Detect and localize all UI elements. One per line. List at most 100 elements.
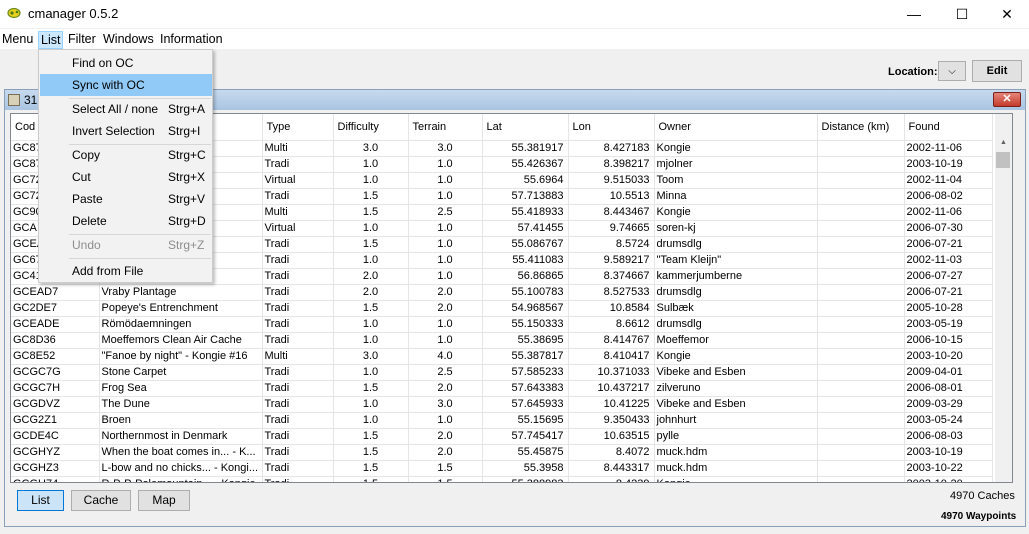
cell-terrain: 1.5 <box>408 476 483 482</box>
close-window-button[interactable]: ✕ <box>984 0 1029 28</box>
table-row[interactable]: GCGHYZ When the boat comes in... - K... Tr… <box>11 444 993 461</box>
cell-lat: 55.426367 <box>482 156 569 173</box>
cell-owner: Vibeke and Esben <box>654 364 818 381</box>
location-dropdown[interactable]: ⌵ <box>938 61 966 81</box>
cell-lon: 10.41225 <box>568 396 655 413</box>
cell-distance <box>817 444 905 461</box>
cell-owner: johnhurt <box>654 412 818 429</box>
tab-list[interactable]: List <box>17 490 64 511</box>
table-row[interactable]: GCGHZ3 L-bow and no chicks... - Kongi... T… <box>11 460 993 477</box>
menu-item-copy[interactable]: Copy Strg+C <box>40 144 212 166</box>
cell-lon: 8.443317 <box>568 460 655 477</box>
menu-windows[interactable]: Windows <box>101 31 156 49</box>
cell-type: Tradi <box>262 460 334 477</box>
cell-type: Tradi <box>262 268 334 285</box>
column-header-lat[interactable]: Lat <box>482 114 569 141</box>
cell-lat: 54.968567 <box>482 300 569 317</box>
cell-name: Vraby Plantage <box>99 284 263 301</box>
cell-lat: 57.713883 <box>482 188 569 205</box>
cell-difficulty: 1.0 <box>333 364 409 381</box>
column-header-distance[interactable]: Distance (km) <box>817 114 905 141</box>
subwindow-close-button[interactable]: ✕ <box>993 92 1021 107</box>
vertical-scrollbar[interactable] <box>995 114 1012 482</box>
table-row[interactable]: GCG2Z1 Broen Tradi 1.0 1.0 55.15695 9.350433 jo… <box>11 412 993 429</box>
menu-filter[interactable]: Filter <box>66 31 98 49</box>
cell-distance <box>817 140 905 157</box>
cell-found: 2003-10-19 <box>904 156 993 173</box>
cell-owner: Kongie <box>654 140 818 157</box>
cell-lon: 8.414767 <box>568 332 655 349</box>
cell-owner: drumsdlg <box>654 316 818 333</box>
menu-item-cut[interactable]: Cut Strg+X <box>40 166 212 188</box>
maximize-button[interactable]: ☐ <box>939 0 985 28</box>
menu-item-select-all[interactable]: Select All / none Strg+A <box>40 98 212 120</box>
cell-difficulty: 1.0 <box>333 316 409 333</box>
column-header-difficulty[interactable]: Difficulty <box>333 114 409 141</box>
cell-distance <box>817 156 905 173</box>
cell-owner: drumsdlg <box>654 236 818 253</box>
column-header-type[interactable]: Type <box>262 114 334 141</box>
menu-menu[interactable]: Menu <box>0 31 35 49</box>
scrollbar-thumb[interactable] <box>996 152 1010 168</box>
cell-found: 2006-07-21 <box>904 284 993 301</box>
cell-distance <box>817 316 905 333</box>
table-row[interactable]: GCEADE Römödaemningen Tradi 1.0 1.0 55.150333… <box>11 316 993 333</box>
column-header-lon[interactable]: Lon <box>568 114 655 141</box>
table-row[interactable]: GC2DE7 Popeye's Entrenchment Tradi 1.5 2.0 54… <box>11 300 993 317</box>
cell-found: 2003-10-22 <box>904 460 993 477</box>
cell-type: Multi <box>262 140 334 157</box>
column-header-terrain[interactable]: Terrain <box>408 114 483 141</box>
table-row[interactable]: GCGC7H Frog Sea Tradi 1.5 2.0 57.643383 10.437… <box>11 380 993 397</box>
cell-owner: muck.hdm <box>654 444 818 461</box>
cell-lat: 55.387817 <box>482 348 569 365</box>
cell-owner: kammerjumberne <box>654 268 818 285</box>
menu-item-invert-selection[interactable]: Invert Selection Strg+I <box>40 120 212 142</box>
cell-lon: 9.74665 <box>568 220 655 237</box>
menu-list[interactable]: List <box>38 31 64 49</box>
cell-owner: muck.hdm <box>654 460 818 477</box>
cell-code: GC2DE7 <box>11 300 100 317</box>
menu-item-find-on-oc[interactable]: Find on OC <box>40 52 212 74</box>
cell-type: Virtual <box>262 172 334 189</box>
cell-distance <box>817 220 905 237</box>
window-title: cmanager 0.5.2 <box>28 6 119 21</box>
menu-information[interactable]: Information <box>158 31 225 49</box>
cell-lat: 57.585233 <box>482 364 569 381</box>
column-header-found[interactable]: Found <box>904 114 993 141</box>
cell-distance <box>817 428 905 445</box>
column-header-owner[interactable]: Owner <box>654 114 818 141</box>
cell-owner: Toom <box>654 172 818 189</box>
cell-lat: 55.38695 <box>482 332 569 349</box>
table-row[interactable]: GCGDVZ The Dune Tradi 1.0 3.0 57.645933 10.412… <box>11 396 993 413</box>
menu-item-delete[interactable]: Delete Strg+D <box>40 210 212 232</box>
caches-count: 4970 Caches <box>950 490 1015 502</box>
cell-lat: 55.411083 <box>482 252 569 269</box>
cell-code: GCDE4C <box>11 428 100 445</box>
menu-item-paste[interactable]: Paste Strg+V <box>40 188 212 210</box>
cell-owner: Vibeke and Esben <box>654 396 818 413</box>
cell-code: GCEAD7 <box>11 284 100 301</box>
table-row[interactable]: GC8E52 "Fanoe by night" - Kongie #16 Multi… <box>11 348 993 365</box>
cell-found: 2006-08-01 <box>904 380 993 397</box>
cell-lon: 10.437217 <box>568 380 655 397</box>
table-row[interactable]: GC8D36 Moeffemors Clean Air Cache Tradi 1.0… <box>11 332 993 349</box>
cell-code: GCEADE <box>11 316 100 333</box>
cell-lon: 8.4239 <box>568 476 655 482</box>
tab-cache[interactable]: Cache <box>71 490 131 511</box>
table-row[interactable]: GCGC7G Stone Carpet Tradi 1.0 2.5 57.585233 10… <box>11 364 993 381</box>
table-row[interactable]: GCDE4C Northernmost in Denmark Tradi 1.5 2.0… <box>11 428 993 445</box>
cell-name: The Dune <box>99 396 263 413</box>
table-row[interactable]: GCGH74R-P-P-Polemountain... - KongieTrad… <box>11 476 993 482</box>
scroll-up-icon[interactable]: ▲ <box>995 136 1012 150</box>
tab-map[interactable]: Map <box>138 490 190 511</box>
edit-button[interactable]: Edit <box>972 60 1022 82</box>
subwindow-title: 31 <box>24 93 38 107</box>
cell-difficulty: 1.0 <box>333 396 409 413</box>
minimize-button[interactable]: — <box>891 0 937 28</box>
cell-code: GCGC7G <box>11 364 100 381</box>
cell-owner: Kongie <box>654 476 818 482</box>
menu-item-sync-with-oc[interactable]: Sync with OC <box>40 74 212 96</box>
menu-item-add-from-file[interactable]: Add from File <box>40 260 212 282</box>
table-row[interactable]: GCEAD7 Vraby Plantage Tradi 2.0 2.0 55.100783… <box>11 284 993 301</box>
cell-owner: soren-kj <box>654 220 818 237</box>
